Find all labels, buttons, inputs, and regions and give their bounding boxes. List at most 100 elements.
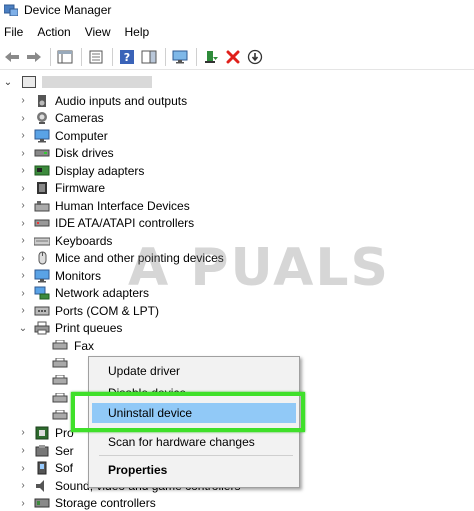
keyboard-icon [33, 234, 51, 248]
printer-icon [52, 374, 68, 387]
blurred-computer-name [42, 76, 152, 88]
toolbar-separator [165, 47, 166, 66]
properties-sheet-icon[interactable] [86, 47, 106, 67]
ide-controller-icon [34, 216, 50, 230]
chevron-right-icon[interactable]: › [16, 305, 30, 316]
tree-item-cameras[interactable]: › Cameras [16, 110, 104, 128]
security-device-icon [34, 444, 50, 458]
menu-item-scan-hardware[interactable]: Scan for hardware changes [108, 435, 255, 449]
tree-item-label: Cameras [55, 111, 104, 126]
chevron-right-icon[interactable]: › [16, 463, 30, 474]
menu-item-properties[interactable]: Properties [108, 463, 167, 477]
tree-item-display-adapters[interactable]: › Display adapters [16, 162, 144, 180]
action-pane-icon[interactable] [139, 47, 159, 67]
tree-item-printer-selected[interactable] [52, 355, 74, 373]
menu-help[interactable]: Help [125, 25, 158, 39]
chevron-right-icon[interactable]: › [16, 95, 30, 106]
tree-item-printer[interactable] [52, 372, 74, 390]
chevron-right-icon[interactable]: › [16, 165, 30, 176]
chevron-right-icon[interactable]: › [16, 445, 30, 456]
chevron-right-icon[interactable]: › [16, 113, 30, 124]
menu-view[interactable]: View [85, 25, 119, 39]
toolbar-separator [50, 47, 51, 66]
disk-drive-icon [34, 146, 50, 160]
forward-arrow-icon[interactable] [24, 47, 44, 67]
help-icon[interactable]: ? [117, 47, 137, 67]
tree-item-hid[interactable]: › Human Interface Devices [16, 197, 190, 215]
tree-item-keyboards[interactable]: › Keyboards [16, 232, 112, 250]
tree-item-monitors[interactable]: › Monitors [16, 267, 101, 285]
menu-bar: File Action View Help [0, 22, 474, 42]
window-title: Device Manager [24, 3, 112, 17]
menu-file[interactable]: File [4, 25, 31, 39]
menu-action[interactable]: Action [37, 25, 78, 39]
tree-root-computer[interactable]: ⌄ [0, 74, 152, 90]
toolbar: ? [0, 44, 474, 70]
chevron-right-icon[interactable]: › [16, 235, 30, 246]
tree-item-ports[interactable]: › Ports (COM & LPT) [16, 302, 159, 320]
tree-item-label: Storage controllers [55, 496, 156, 511]
printer-icon [52, 392, 68, 405]
tree-item-storage[interactable]: › Storage controllers [16, 495, 156, 511]
tree-item-print-queues[interactable]: ⌄ Print queues [16, 320, 123, 338]
printer-icon [52, 357, 68, 370]
uninstall-red-x-icon[interactable] [223, 47, 243, 67]
menu-separator [99, 455, 293, 456]
toolbar-separator [81, 47, 82, 66]
chevron-down-icon[interactable]: ⌄ [0, 77, 16, 88]
tree-item-label: Audio inputs and outputs [55, 93, 188, 108]
firmware-chip-icon [34, 181, 50, 195]
tree-item-firmware[interactable]: › Firmware [16, 180, 105, 198]
speaker-icon [34, 479, 50, 493]
chevron-right-icon[interactable]: › [16, 183, 30, 194]
tree-item-audio[interactable]: › Audio inputs and outputs [16, 92, 187, 110]
tree-item-fax[interactable]: Fax [52, 337, 94, 355]
printer-icon [52, 339, 68, 352]
chevron-right-icon[interactable]: › [16, 270, 30, 281]
back-arrow-icon[interactable] [2, 47, 22, 67]
tree-item-label: Firmware [55, 181, 105, 196]
tree-item-computer[interactable]: › Computer [16, 127, 108, 145]
computer-root-icon [22, 76, 36, 88]
disable-device-icon[interactable] [245, 47, 265, 67]
chevron-right-icon[interactable]: › [16, 498, 30, 509]
tree-item-label: Human Interface Devices [55, 198, 190, 213]
tree-item-software[interactable]: › Sof [16, 460, 73, 478]
monitor-icon [34, 269, 50, 283]
svg-text:?: ? [124, 51, 130, 64]
toolbar-separator [196, 47, 197, 66]
chevron-right-icon[interactable]: › [16, 427, 30, 438]
update-driver-icon[interactable] [201, 47, 221, 67]
scan-hardware-monitor-icon[interactable] [170, 47, 190, 67]
mouse-icon [34, 251, 50, 265]
printer-icon [34, 321, 50, 335]
tree-item-processors[interactable]: › Pro [16, 424, 73, 442]
chevron-down-icon[interactable]: ⌄ [16, 323, 30, 334]
printer-icon [52, 409, 68, 422]
menu-item-update-driver[interactable]: Update driver [108, 364, 180, 378]
chevron-right-icon[interactable]: › [16, 253, 30, 264]
chevron-right-icon[interactable]: › [16, 130, 30, 141]
annotation-highlight-box [71, 392, 305, 432]
tree-item-disk-drives[interactable]: › Disk drives [16, 145, 113, 163]
tree-item-label: Ser [55, 443, 74, 458]
tree-item-ide-ata[interactable]: › IDE ATA/ATAPI controllers [16, 215, 194, 233]
tree-item-label: Fax [74, 338, 95, 353]
tree-item-label: Computer [55, 128, 108, 143]
network-adapter-icon [34, 286, 50, 300]
display-adapter-icon [34, 164, 50, 178]
tree-item-label: Display adapters [55, 163, 145, 178]
chevron-right-icon[interactable]: › [16, 480, 30, 491]
tree-item-security[interactable]: › Ser [16, 442, 74, 460]
tree-item-label: IDE ATA/ATAPI controllers [55, 216, 195, 231]
speaker-icon [34, 94, 50, 108]
chevron-right-icon[interactable]: › [16, 148, 30, 159]
chevron-right-icon[interactable]: › [16, 218, 30, 229]
chevron-right-icon[interactable]: › [16, 200, 30, 211]
device-manager-icon [3, 4, 19, 17]
show-hide-console-tree-icon[interactable] [55, 47, 75, 67]
tree-item-label: Sof [55, 461, 74, 476]
software-device-icon [34, 461, 50, 475]
chevron-right-icon[interactable]: › [16, 288, 30, 299]
appuals-watermark: A PUALS [128, 238, 390, 298]
